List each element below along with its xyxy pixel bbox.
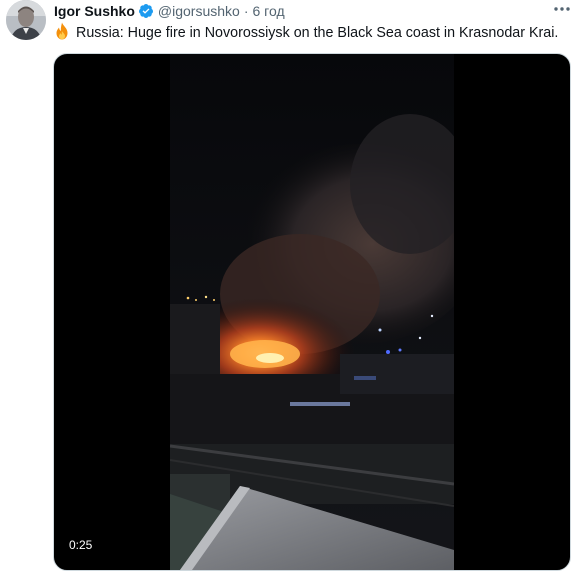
author-handle[interactable]: @igorsushko: [158, 3, 240, 19]
tweet-timestamp[interactable]: 6 год: [253, 3, 285, 19]
more-options-icon[interactable]: [550, 0, 574, 18]
tweet-body-text: Russia: Huge fire in Novorossiysk on the…: [76, 25, 559, 41]
author-name[interactable]: Igor Sushko: [54, 3, 135, 19]
avatar-image: [6, 0, 46, 40]
separator-dot: ·: [243, 3, 249, 19]
verified-badge-icon: [138, 3, 154, 19]
video-duration: 0:25: [64, 536, 98, 554]
video-player[interactable]: 0:25: [53, 53, 571, 571]
tweet[interactable]: Igor Sushko @igorsushko · 6 год Russia: …: [0, 0, 584, 577]
fire-icon: [54, 22, 70, 40]
tweet-text: Russia: Huge fire in Novorossiysk on the…: [54, 22, 579, 43]
avatar[interactable]: [6, 0, 46, 40]
tweet-header: Igor Sushko @igorsushko · 6 год: [54, 2, 285, 20]
video-frame[interactable]: [170, 54, 454, 570]
